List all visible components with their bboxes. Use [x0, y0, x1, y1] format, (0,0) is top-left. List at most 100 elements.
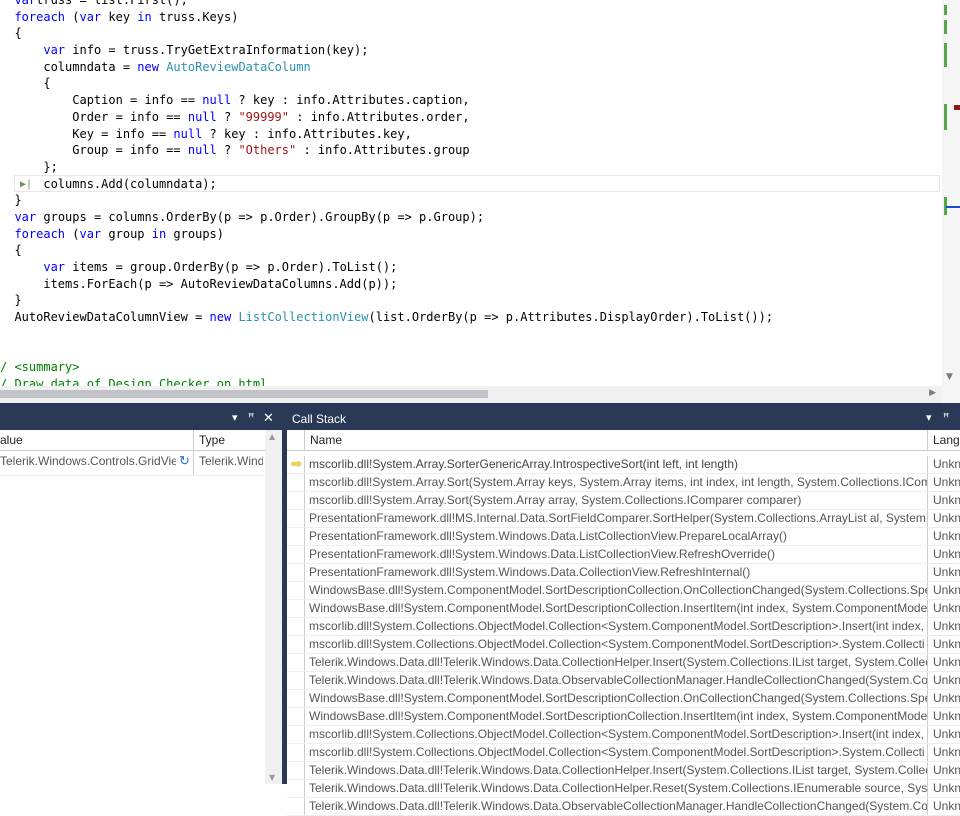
call-stack-row[interactable]: mscorlib.dll!System.Collections.ObjectMo… — [287, 744, 960, 762]
code-line[interactable]: / <summary> — [0, 359, 773, 376]
column-header-language[interactable]: Lang — [933, 433, 960, 447]
code-line[interactable]: foreach (var group in groups) — [0, 226, 773, 243]
column-divider — [193, 451, 194, 474]
code-token: var — [79, 226, 102, 241]
code-line[interactable]: } — [0, 192, 773, 209]
column-divider — [927, 528, 928, 545]
code-line[interactable]: items.ForEach(p => AutoReviewDataColumns… — [0, 276, 773, 293]
code-line[interactable]: }; — [0, 159, 773, 176]
call-stack-row[interactable]: PresentationFramework.dll!System.Windows… — [287, 564, 960, 582]
call-stack-row[interactable]: PresentationFramework.dll!System.Windows… — [287, 546, 960, 564]
column-header-type[interactable]: Type — [199, 433, 225, 447]
column-divider — [927, 762, 928, 779]
call-stack-frame-name: mscorlib.dll!System.Collections.ObjectMo… — [309, 745, 925, 759]
code-text[interactable]: vartruss = list.First(); foreach (var ke… — [0, 0, 773, 386]
code-line[interactable]: { — [0, 75, 773, 92]
code-token: new — [209, 310, 232, 325]
call-stack-row[interactable]: mscorlib.dll!System.Collections.ObjectMo… — [287, 726, 960, 744]
code-token: } — [14, 193, 22, 208]
code-line[interactable]: vartruss = list.First(); — [0, 0, 773, 9]
code-line[interactable]: var items = group.OrderBy(p => p.Order).… — [0, 259, 773, 276]
call-stack-row[interactable]: mscorlib.dll!System.Collections.ObjectMo… — [287, 618, 960, 636]
call-stack-row[interactable]: Telerik.Windows.Data.dll!Telerik.Windows… — [287, 672, 960, 690]
code-token: "99999" — [238, 109, 290, 124]
call-stack-row[interactable]: Telerik.Windows.Data.dll!Telerik.Windows… — [287, 780, 960, 798]
call-stack-row[interactable]: Telerik.Windows.Data.dll!Telerik.Windows… — [287, 654, 960, 672]
column-divider — [927, 564, 928, 581]
column-header-name[interactable]: Name — [310, 433, 342, 447]
column-divider — [304, 618, 305, 635]
call-stack-frame-language: Unkn — [933, 493, 960, 507]
code-token: { — [14, 243, 22, 258]
refresh-icon[interactable]: ↻ — [179, 453, 190, 469]
pin-icon[interactable]: ꟸ — [248, 411, 254, 424]
column-divider[interactable] — [927, 430, 928, 450]
call-stack-row[interactable]: WindowsBase.dll!System.ComponentModel.So… — [287, 708, 960, 726]
code-line[interactable]: AutoReviewDataColumnView = new ListColle… — [0, 309, 773, 326]
call-stack-row[interactable]: WindowsBase.dll!System.ComponentModel.So… — [287, 690, 960, 708]
column-divider — [304, 528, 305, 545]
call-stack-row[interactable]: Telerik.Windows.Data.dll!Telerik.Windows… — [287, 762, 960, 780]
code-line[interactable]: columndata = new AutoReviewDataColumn — [0, 59, 773, 76]
call-stack-row[interactable]: WindowsBase.dll!System.ComponentModel.So… — [287, 600, 960, 618]
horizontal-scroll-thumb[interactable] — [0, 390, 488, 398]
column-divider — [304, 708, 305, 725]
code-line[interactable]: Order = info == null ? "99999" : info.At… — [0, 109, 773, 126]
call-stack-row[interactable]: PresentationFramework.dll!MS.Internal.Da… — [287, 510, 960, 528]
call-stack-frame-language: Unkn — [933, 547, 960, 561]
column-header-value[interactable]: alue — [0, 433, 23, 447]
code-line[interactable]: } — [0, 292, 773, 309]
column-divider — [927, 672, 928, 689]
code-line[interactable]: { — [0, 25, 773, 42]
column-divider — [927, 456, 928, 473]
code-line[interactable]: columns.Add(columndata); — [0, 176, 773, 193]
call-stack-frame-language: Unkn — [933, 799, 960, 813]
current-frame-arrow-icon: ➡ — [291, 456, 302, 471]
call-stack-row[interactable]: mscorlib.dll!System.Array.Sort(System.Ar… — [287, 474, 960, 492]
horizontal-scrollbar[interactable]: ▶ — [0, 386, 942, 403]
dropdown-icon[interactable]: ▾ — [926, 411, 932, 424]
code-line[interactable]: var groups = columns.OrderBy(p => p.Orde… — [0, 209, 773, 226]
column-divider[interactable] — [193, 430, 194, 450]
code-token: var — [79, 9, 102, 24]
scroll-down-icon[interactable]: ▼ — [946, 372, 953, 382]
code-line[interactable]: / Draw data of Design Checker on html — [0, 376, 773, 386]
scroll-right-icon[interactable]: ▶ — [929, 388, 936, 398]
code-token: ListCollectionView — [238, 310, 369, 325]
column-divider — [927, 654, 928, 671]
call-stack-frame-name: Telerik.Windows.Data.dll!Telerik.Windows… — [309, 763, 927, 777]
code-line[interactable] — [0, 326, 773, 343]
call-stack-row[interactable]: mscorlib.dll!System.Collections.ObjectMo… — [287, 636, 960, 654]
column-divider — [927, 582, 928, 599]
call-stack-frame-name: mscorlib.dll!System.Array.Sort(System.Ar… — [309, 475, 927, 489]
call-stack-frame-name: Telerik.Windows.Data.dll!Telerik.Windows… — [309, 673, 927, 687]
code-token: columndata = — [14, 59, 138, 74]
code-editor[interactable]: ▶| vartruss = list.First(); foreach (var… — [0, 0, 942, 386]
call-stack-row[interactable]: ➡ mscorlib.dll!System.Array.SorterGeneric… — [287, 456, 960, 474]
call-stack-row[interactable]: PresentationFramework.dll!System.Windows… — [287, 528, 960, 546]
close-icon[interactable]: ✕ — [263, 410, 274, 426]
call-stack-frame-name: PresentationFramework.dll!MS.Internal.Da… — [309, 511, 927, 525]
code-line[interactable]: { — [0, 242, 773, 259]
call-stack-row[interactable]: Telerik.Windows.Data.dll!Telerik.Windows… — [287, 798, 960, 816]
call-stack-frame-language: Unkn — [933, 475, 960, 489]
vertical-scrollbar[interactable]: ▼ — [942, 0, 960, 403]
code-line[interactable] — [0, 342, 773, 359]
call-stack-frame-language: Unkn — [933, 601, 960, 615]
call-stack-row[interactable]: mscorlib.dll!System.Array.Sort(System.Ar… — [287, 492, 960, 510]
code-line[interactable]: Group = info == null ? "Others" : info.A… — [0, 142, 773, 159]
column-divider — [927, 726, 928, 743]
code-line[interactable]: var info = truss.TryGetExtraInformation(… — [0, 42, 773, 59]
call-stack-row[interactable]: WindowsBase.dll!System.ComponentModel.So… — [287, 582, 960, 600]
autos-scrollbar[interactable]: ▲ ▼ — [265, 430, 282, 784]
pin-icon[interactable]: ꟸ — [943, 411, 949, 424]
code-line[interactable]: Caption = info == null ? key : info.Attr… — [0, 92, 773, 109]
dropdown-icon[interactable]: ▾ — [232, 411, 238, 424]
column-divider — [304, 564, 305, 581]
code-line[interactable]: Key = info == null ? key : info.Attribut… — [0, 126, 773, 143]
code-line[interactable]: foreach (var key in truss.Keys) — [0, 9, 773, 26]
column-divider — [304, 430, 305, 450]
autos-row[interactable]: Telerik.Windows.Controls.GridView ↻ Tele… — [0, 451, 282, 474]
call-stack-frame-language: Unkn — [933, 763, 960, 777]
